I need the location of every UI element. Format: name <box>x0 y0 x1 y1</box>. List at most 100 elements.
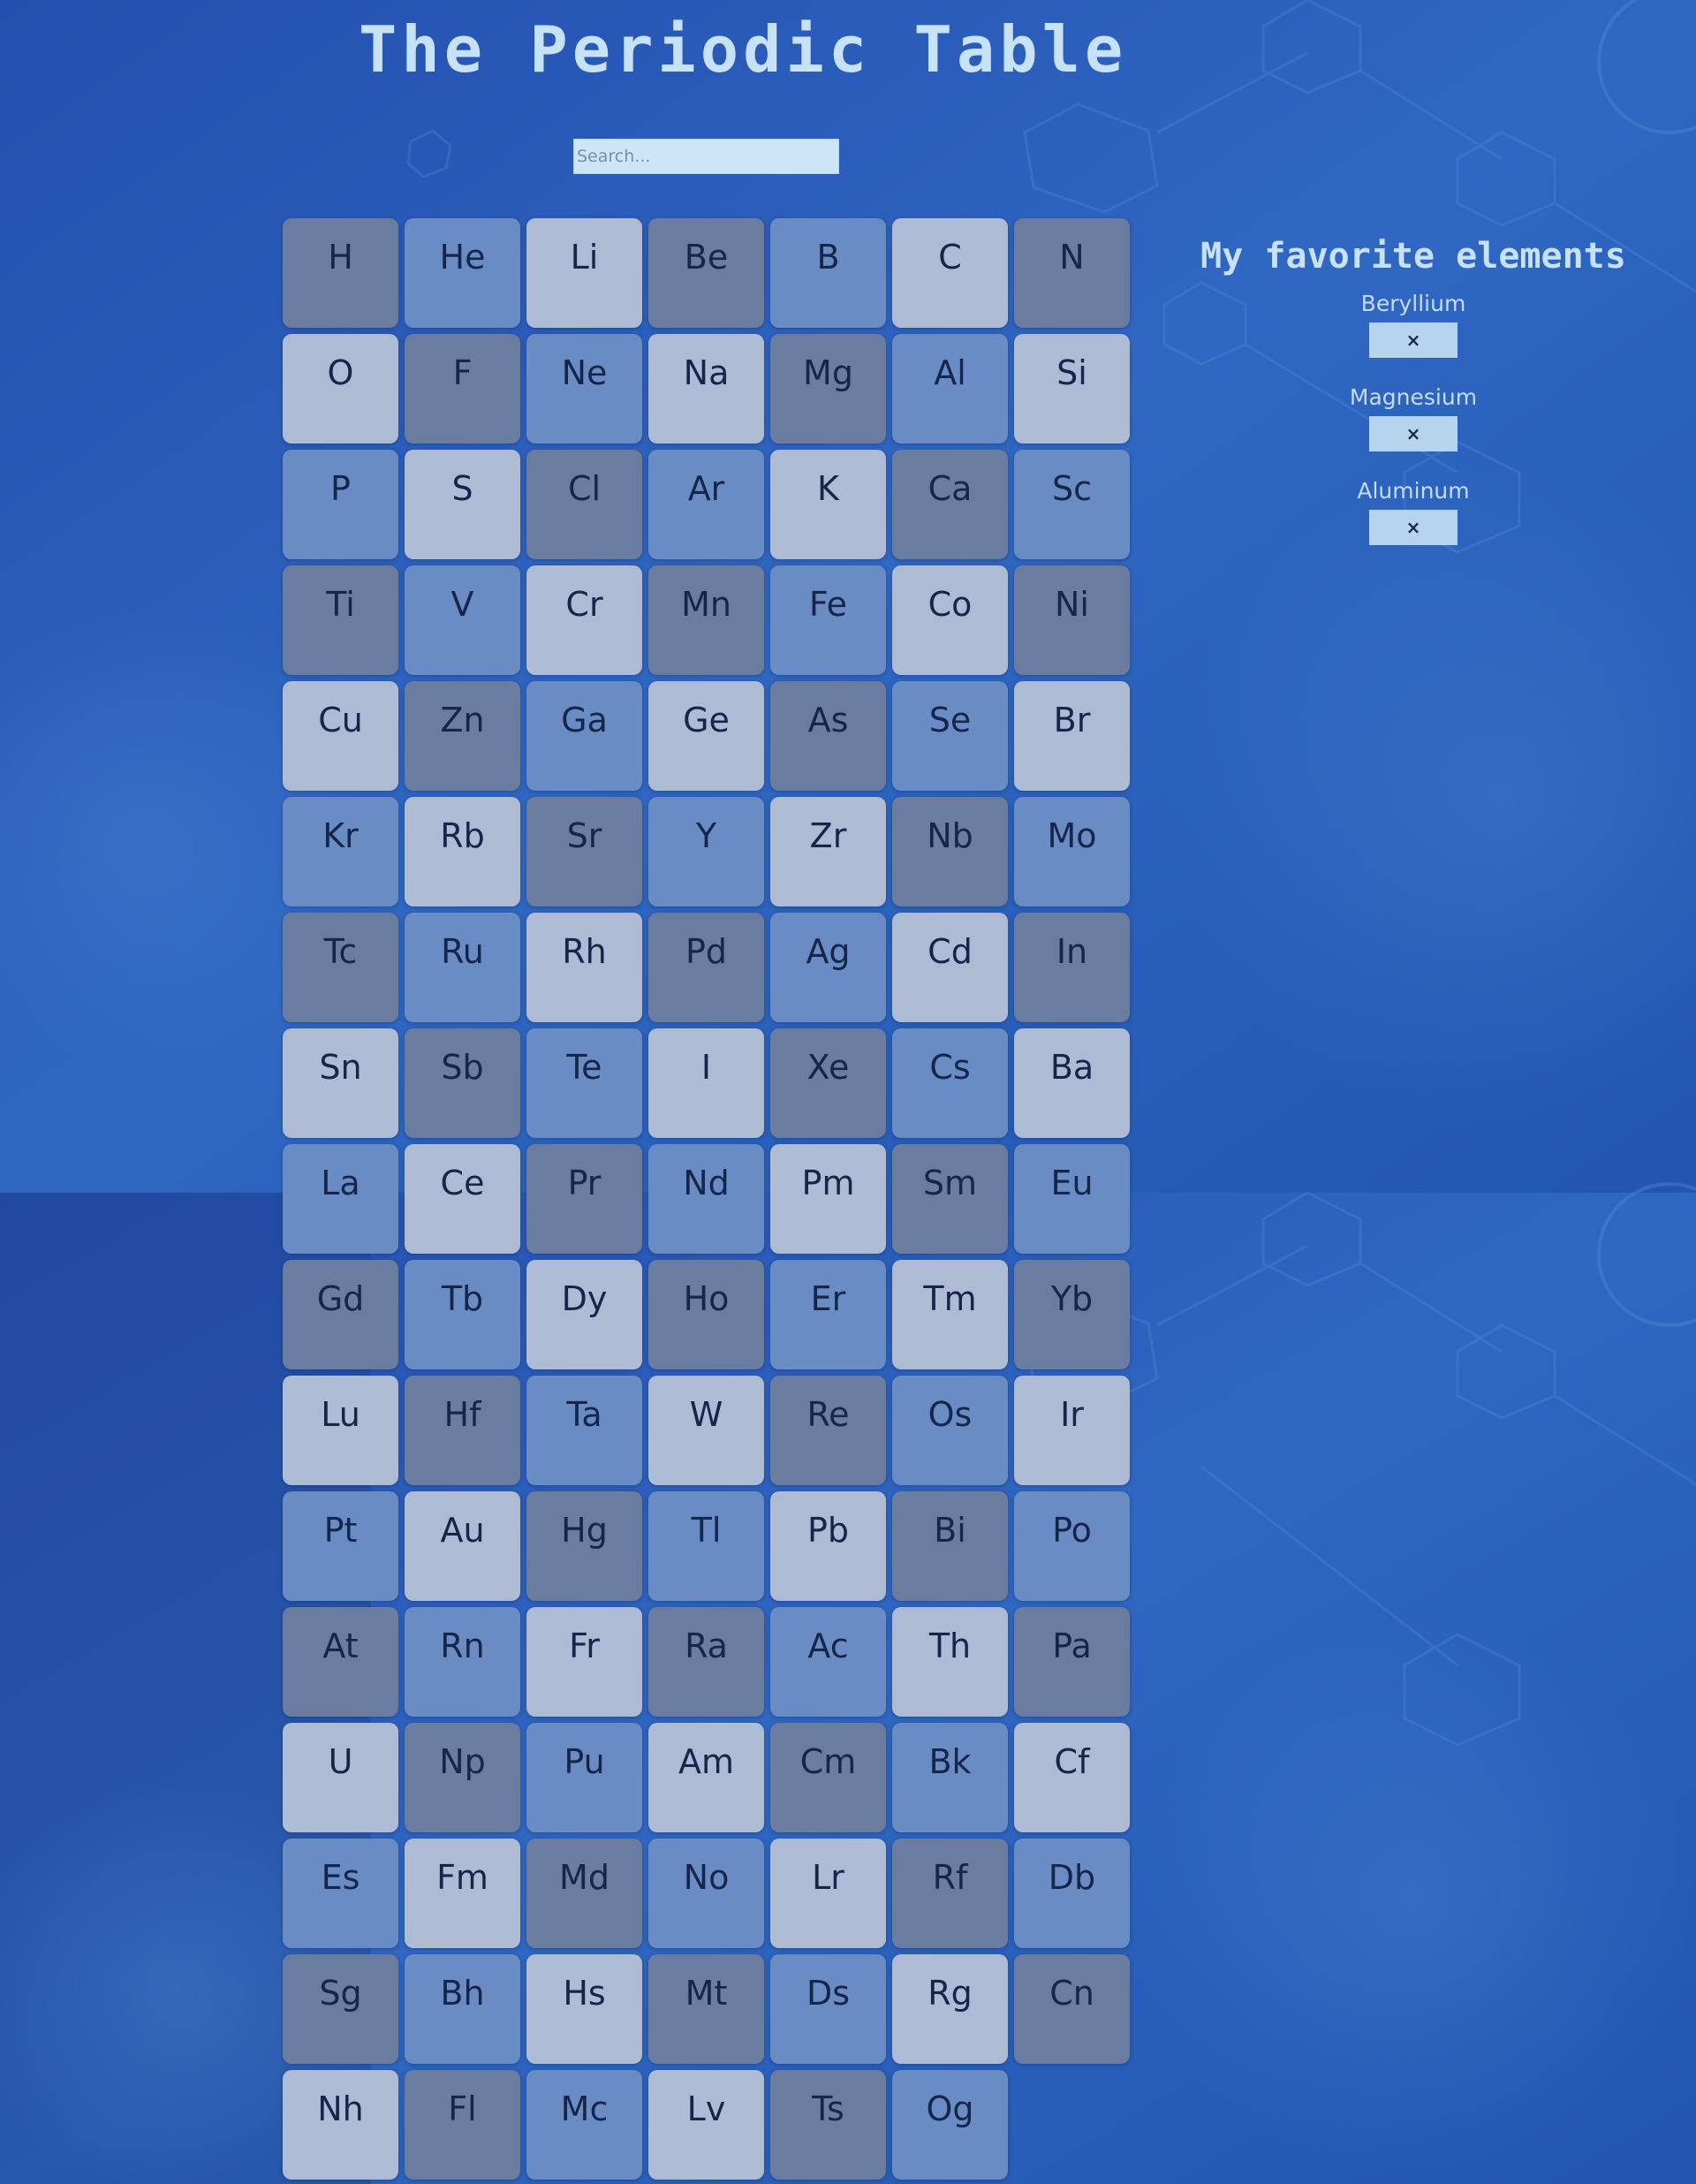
element-tile-be[interactable]: Be <box>648 218 764 328</box>
element-tile-in[interactable]: In <box>1014 913 1130 1022</box>
element-tile-ho[interactable]: Ho <box>648 1260 764 1369</box>
remove-favorite-button[interactable]: × <box>1369 322 1458 358</box>
element-tile-hf[interactable]: Hf <box>405 1376 520 1485</box>
element-tile-nd[interactable]: Nd <box>648 1144 764 1254</box>
element-tile-hs[interactable]: Hs <box>526 1954 642 2064</box>
element-tile-po[interactable]: Po <box>1014 1491 1130 1601</box>
element-tile-cn[interactable]: Cn <box>1014 1954 1130 2064</box>
element-tile-co[interactable]: Co <box>892 565 1008 675</box>
search-input[interactable] <box>573 139 839 174</box>
element-tile-nh[interactable]: Nh <box>283 2070 398 2180</box>
element-tile-w[interactable]: W <box>648 1376 764 1485</box>
element-tile-v[interactable]: V <box>405 565 520 675</box>
element-tile-ca[interactable]: Ca <box>892 450 1008 559</box>
element-tile-ti[interactable]: Ti <box>283 565 398 675</box>
element-tile-eu[interactable]: Eu <box>1014 1144 1130 1254</box>
element-tile-ce[interactable]: Ce <box>405 1144 520 1254</box>
element-tile-xe[interactable]: Xe <box>770 1028 886 1138</box>
element-tile-ge[interactable]: Ge <box>648 681 764 791</box>
element-tile-sm[interactable]: Sm <box>892 1144 1008 1254</box>
element-tile-ts[interactable]: Ts <box>770 2070 886 2180</box>
element-tile-sc[interactable]: Sc <box>1014 450 1130 559</box>
element-tile-br[interactable]: Br <box>1014 681 1130 791</box>
element-tile-cs[interactable]: Cs <box>892 1028 1008 1138</box>
element-tile-na[interactable]: Na <box>648 334 764 444</box>
element-tile-mn[interactable]: Mn <box>648 565 764 675</box>
element-tile-ir[interactable]: Ir <box>1014 1376 1130 1485</box>
element-tile-rb[interactable]: Rb <box>405 797 520 906</box>
element-tile-te[interactable]: Te <box>526 1028 642 1138</box>
element-tile-cm[interactable]: Cm <box>770 1723 886 1832</box>
element-tile-sb[interactable]: Sb <box>405 1028 520 1138</box>
element-tile-sn[interactable]: Sn <box>283 1028 398 1138</box>
remove-favorite-button[interactable]: × <box>1369 510 1458 545</box>
element-tile-ar[interactable]: Ar <box>648 450 764 559</box>
element-tile-zn[interactable]: Zn <box>405 681 520 791</box>
element-tile-ds[interactable]: Ds <box>770 1954 886 2064</box>
element-tile-ba[interactable]: Ba <box>1014 1028 1130 1138</box>
element-tile-as[interactable]: As <box>770 681 886 791</box>
element-tile-lr[interactable]: Lr <box>770 1839 886 1948</box>
element-tile-rh[interactable]: Rh <box>526 913 642 1022</box>
element-tile-al[interactable]: Al <box>892 334 1008 444</box>
element-tile-th[interactable]: Th <box>892 1607 1008 1717</box>
element-tile-li[interactable]: Li <box>526 218 642 328</box>
element-tile-he[interactable]: He <box>405 218 520 328</box>
element-tile-mo[interactable]: Mo <box>1014 797 1130 906</box>
element-tile-ac[interactable]: Ac <box>770 1607 886 1717</box>
element-tile-la[interactable]: La <box>283 1144 398 1254</box>
element-tile-tc[interactable]: Tc <box>283 913 398 1022</box>
element-tile-dy[interactable]: Dy <box>526 1260 642 1369</box>
element-tile-no[interactable]: No <box>648 1839 764 1948</box>
element-tile-hg[interactable]: Hg <box>526 1491 642 1601</box>
element-tile-b[interactable]: B <box>770 218 886 328</box>
element-tile-mc[interactable]: Mc <box>526 2070 642 2180</box>
element-tile-mt[interactable]: Mt <box>648 1954 764 2064</box>
element-tile-rf[interactable]: Rf <box>892 1839 1008 1948</box>
element-tile-es[interactable]: Es <box>283 1839 398 1948</box>
element-tile-u[interactable]: U <box>283 1723 398 1832</box>
element-tile-si[interactable]: Si <box>1014 334 1130 444</box>
element-tile-pa[interactable]: Pa <box>1014 1607 1130 1717</box>
remove-favorite-button[interactable]: × <box>1369 416 1458 451</box>
element-tile-re[interactable]: Re <box>770 1376 886 1485</box>
element-tile-fr[interactable]: Fr <box>526 1607 642 1717</box>
element-tile-bh[interactable]: Bh <box>405 1954 520 2064</box>
element-tile-gd[interactable]: Gd <box>283 1260 398 1369</box>
element-tile-pb[interactable]: Pb <box>770 1491 886 1601</box>
element-tile-mg[interactable]: Mg <box>770 334 886 444</box>
element-tile-db[interactable]: Db <box>1014 1839 1130 1948</box>
element-tile-au[interactable]: Au <box>405 1491 520 1601</box>
element-tile-tm[interactable]: Tm <box>892 1260 1008 1369</box>
element-tile-cd[interactable]: Cd <box>892 913 1008 1022</box>
element-tile-fl[interactable]: Fl <box>405 2070 520 2180</box>
element-tile-o[interactable]: O <box>283 334 398 444</box>
element-tile-am[interactable]: Am <box>648 1723 764 1832</box>
element-tile-yb[interactable]: Yb <box>1014 1260 1130 1369</box>
element-tile-at[interactable]: At <box>283 1607 398 1717</box>
element-tile-pm[interactable]: Pm <box>770 1144 886 1254</box>
element-tile-ga[interactable]: Ga <box>526 681 642 791</box>
element-tile-ra[interactable]: Ra <box>648 1607 764 1717</box>
element-tile-ru[interactable]: Ru <box>405 913 520 1022</box>
element-tile-p[interactable]: P <box>283 450 398 559</box>
element-tile-rg[interactable]: Rg <box>892 1954 1008 2064</box>
element-tile-tb[interactable]: Tb <box>405 1260 520 1369</box>
element-tile-n[interactable]: N <box>1014 218 1130 328</box>
element-tile-cr[interactable]: Cr <box>526 565 642 675</box>
element-tile-h[interactable]: H <box>283 218 398 328</box>
element-tile-rn[interactable]: Rn <box>405 1607 520 1717</box>
element-tile-og[interactable]: Og <box>892 2070 1008 2180</box>
element-tile-sr[interactable]: Sr <box>526 797 642 906</box>
element-tile-pr[interactable]: Pr <box>526 1144 642 1254</box>
element-tile-os[interactable]: Os <box>892 1376 1008 1485</box>
element-tile-np[interactable]: Np <box>405 1723 520 1832</box>
element-tile-c[interactable]: C <box>892 218 1008 328</box>
element-tile-kr[interactable]: Kr <box>283 797 398 906</box>
element-tile-f[interactable]: F <box>405 334 520 444</box>
element-tile-fm[interactable]: Fm <box>405 1839 520 1948</box>
element-tile-md[interactable]: Md <box>526 1839 642 1948</box>
element-tile-pu[interactable]: Pu <box>526 1723 642 1832</box>
element-tile-tl[interactable]: Tl <box>648 1491 764 1601</box>
element-tile-bk[interactable]: Bk <box>892 1723 1008 1832</box>
